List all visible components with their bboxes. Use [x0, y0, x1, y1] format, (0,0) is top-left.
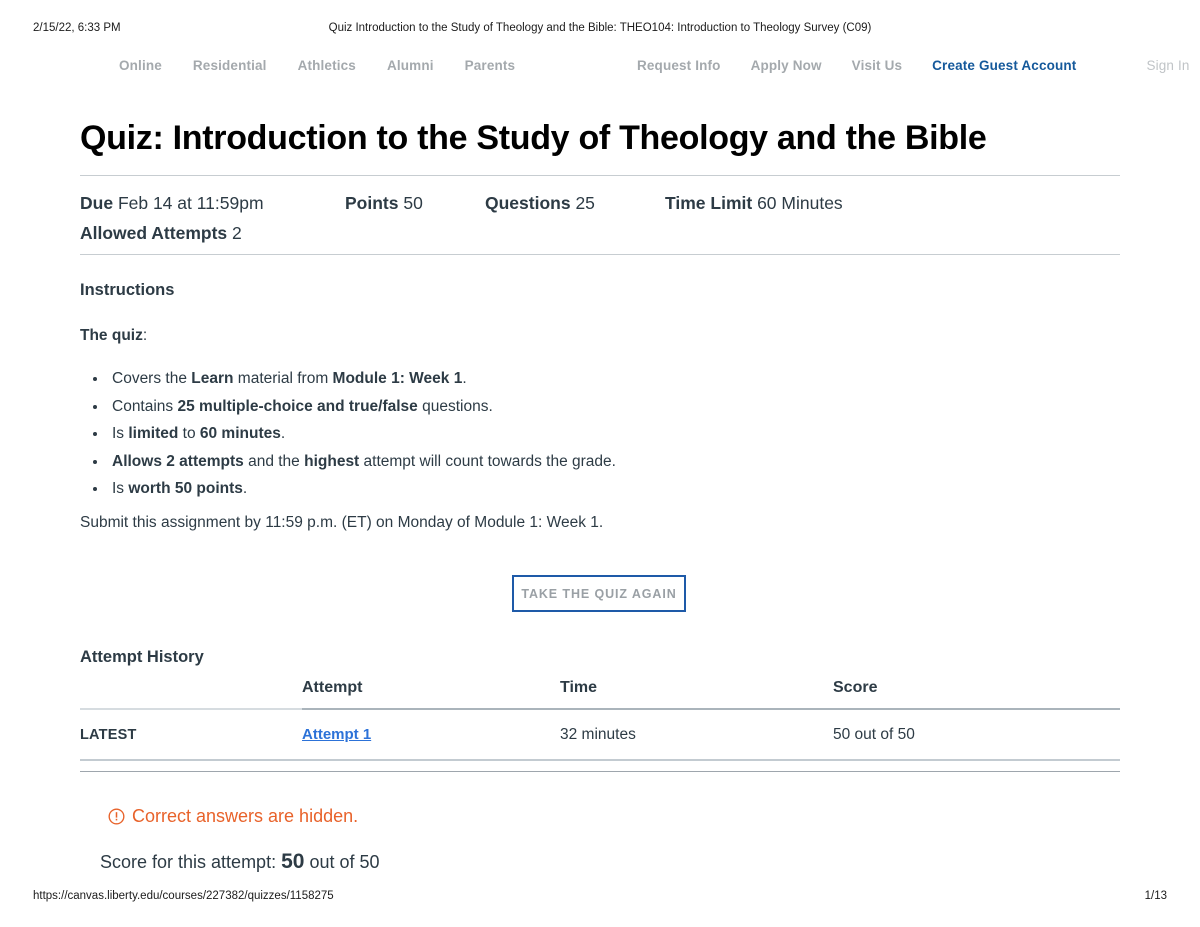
quiz-metadata: Due Feb 14 at 11:59pm Points 50 Questions … [80, 188, 1120, 248]
list-item: Is worth 50 points. [108, 475, 616, 503]
page-title: Quiz: Introduction to the Study of Theol… [80, 119, 987, 157]
nav-right-group: Request Info Apply Now Visit Us Create G… [637, 58, 1190, 73]
column-header-score: Score [833, 679, 1120, 710]
divider-above-meta [80, 175, 1120, 176]
score-value: 50 [281, 850, 305, 873]
meta-points-value: 50 [403, 193, 423, 213]
column-header-attempt: Attempt [302, 679, 560, 710]
meta-points-label: Points [345, 193, 399, 213]
score-for-this-attempt: Score for this attempt: 50 out of 50 [100, 850, 380, 874]
bullet-text: Is [112, 425, 129, 442]
meta-time-limit-value: 60 Minutes [757, 193, 843, 213]
submit-instruction-note: Submit this assignment by 11:59 p.m. (ET… [80, 514, 604, 531]
nav-item-athletics[interactable]: Athletics [298, 58, 356, 73]
bullet-bold: limited [128, 425, 179, 442]
attempt-history-table-head: Attempt Time Score [80, 679, 1120, 710]
list-item: Allows 2 attempts and the highest attemp… [108, 448, 616, 476]
score-prefix: Score for this attempt: [100, 852, 277, 872]
print-footer: https://canvas.liberty.edu/courses/22738… [0, 890, 1200, 906]
column-header-flag [80, 679, 302, 710]
divider-below-table [80, 771, 1120, 772]
bullet-bold: 25 multiple-choice and true/false [177, 397, 418, 415]
list-item: Contains 25 multiple-choice and true/fal… [108, 393, 616, 421]
nav-item-parents[interactable]: Parents [465, 58, 516, 73]
bullet-bold: 60 minutes [199, 425, 281, 442]
nav-item-create-guest-account[interactable]: Create Guest Account [932, 58, 1076, 73]
cell-score: 50 out of 50 [833, 709, 1120, 761]
top-navigation: Online Residential Athletics Alumni Pare… [0, 58, 1200, 82]
bullet-bold: Module 1: Week 1 [332, 370, 463, 387]
bullet-text: to [178, 425, 200, 442]
bullet-text: and the [243, 452, 305, 470]
nav-item-apply-now[interactable]: Apply Now [751, 58, 822, 73]
meta-due-value: Feb 14 at 11:59pm [117, 193, 264, 213]
latest-badge: LATEST [80, 727, 137, 743]
attempt-history-heading: Attempt History [80, 648, 204, 666]
table-header-row: Attempt Time Score [80, 679, 1120, 710]
nav-item-sign-in[interactable]: Sign In [1146, 58, 1189, 73]
attempt-1-link[interactable]: Attempt 1 [302, 726, 371, 743]
bullet-text: . [242, 480, 248, 497]
meta-allowed-attempts-label: Allowed Attempts [80, 223, 228, 243]
instructions-heading: Instructions [80, 281, 175, 299]
nav-item-request-info[interactable]: Request Info [637, 58, 721, 73]
meta-time-limit: Time Limit 60 Minutes [665, 188, 843, 218]
attempt-history-table: Attempt Time Score LATEST Attempt 1 32 m… [80, 679, 1120, 761]
meta-allowed-attempts: Allowed Attempts 2 [80, 218, 242, 248]
bullet-text: Is [112, 480, 129, 497]
meta-questions-value: 25 [575, 193, 595, 213]
bullet-text: Contains [112, 397, 178, 415]
column-header-time: Time [560, 679, 833, 710]
meta-due: Due Feb 14 at 11:59pm [80, 188, 345, 218]
divider-below-meta [80, 254, 1120, 255]
correct-answers-hidden-warning: Correct answers are hidden. [108, 806, 358, 827]
bullet-bold: worth 50 points [128, 480, 243, 497]
bullet-bold: Learn [191, 370, 234, 387]
nav-item-visit-us[interactable]: Visit Us [852, 58, 902, 73]
quiz-metadata-row-2: Allowed Attempts 2 [80, 218, 1120, 248]
bullet-bold: Allows 2 attempts [112, 452, 244, 470]
print-page-title: Quiz Introduction to the Study of Theolo… [328, 22, 872, 34]
exclamation-circle-icon [108, 808, 125, 825]
meta-time-limit-label: Time Limit [665, 193, 753, 213]
instructions-lead-rest: : [142, 327, 148, 344]
instructions-lead-bold: The quiz [80, 327, 143, 344]
score-suffix: out of 50 [309, 852, 380, 872]
print-footer-page-number: 1/13 [1144, 890, 1167, 902]
bullet-text: . [280, 425, 286, 442]
warning-text: Correct answers are hidden. [132, 806, 359, 826]
nav-item-alumni[interactable]: Alumni [387, 58, 434, 73]
meta-points: Points 50 [345, 188, 485, 218]
bullet-bold: highest [304, 452, 360, 470]
list-item: Is limited to 60 minutes. [108, 420, 616, 448]
meta-due-label: Due [80, 193, 114, 213]
cell-latest-flag: LATEST [80, 709, 302, 761]
meta-questions: Questions 25 [485, 188, 665, 218]
take-the-quiz-again-button[interactable]: Take the Quiz Again [512, 575, 686, 612]
nav-item-online[interactable]: Online [119, 58, 162, 73]
instructions-bullet-list: Covers the Learn material from Module 1:… [80, 365, 616, 503]
cell-attempt: Attempt 1 [302, 709, 560, 761]
bullet-text: Covers the [112, 370, 192, 387]
list-item: Covers the Learn material from Module 1:… [108, 365, 616, 393]
bullet-text: material from [233, 370, 333, 387]
print-footer-url: https://canvas.liberty.edu/courses/22738… [33, 890, 334, 902]
table-row: LATEST Attempt 1 32 minutes 50 out of 50 [80, 709, 1120, 761]
bullet-text: attempt will count towards the grade. [359, 452, 616, 470]
cell-time: 32 minutes [560, 709, 833, 761]
bullet-text: questions. [417, 397, 493, 415]
nav-item-residential[interactable]: Residential [193, 58, 267, 73]
meta-allowed-attempts-value: 2 [232, 223, 242, 243]
quiz-metadata-row-1: Due Feb 14 at 11:59pm Points 50 Questions … [80, 188, 1120, 218]
nav-left-group: Online Residential Athletics Alumni Pare… [119, 58, 515, 73]
print-header: 2/15/22, 6:33 PM Quiz Introduction to th… [0, 22, 1200, 38]
attempt-history-table-body: LATEST Attempt 1 32 minutes 50 out of 50 [80, 709, 1120, 761]
meta-questions-label: Questions [485, 193, 571, 213]
bullet-text: . [462, 370, 467, 387]
instructions-lead: The quiz: [80, 327, 147, 345]
